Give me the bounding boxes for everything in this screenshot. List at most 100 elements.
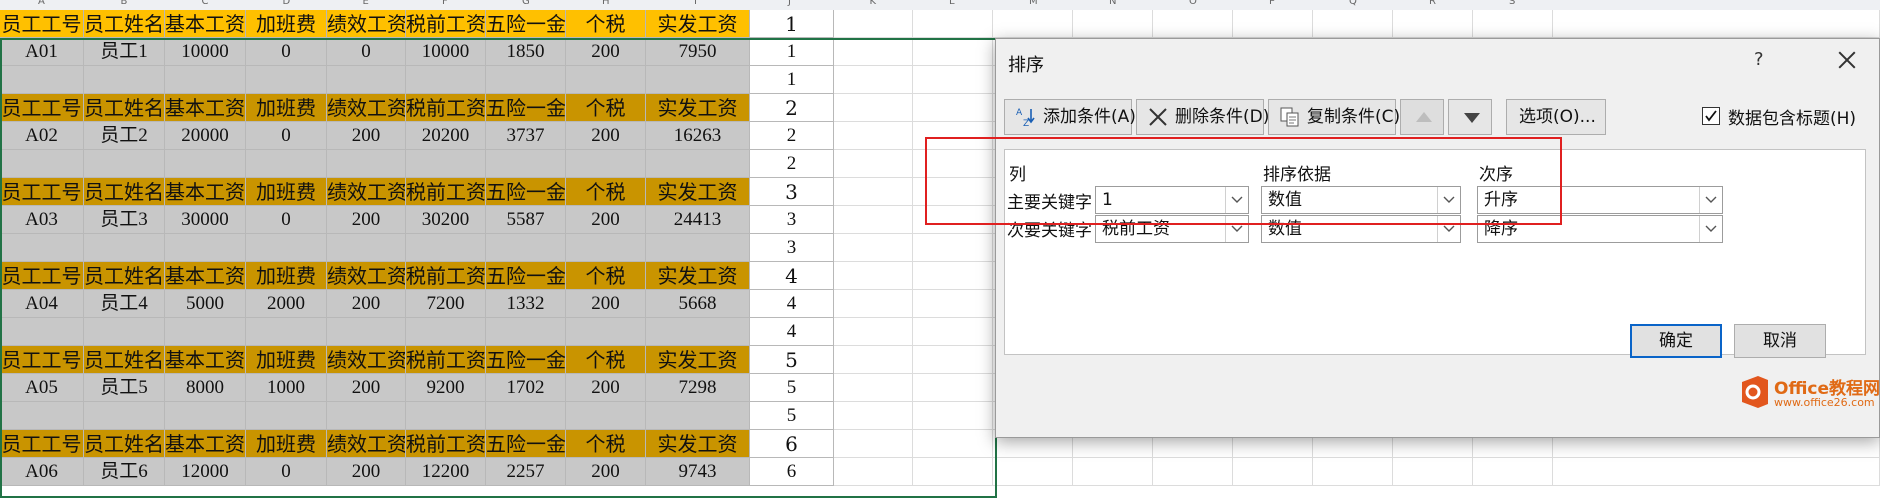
sort-key-cell[interactable]: 6 [750,458,834,486]
column-letter[interactable]: L [949,0,955,7]
empty-cell[interactable] [834,290,913,318]
data-cell[interactable]: 16263 [646,122,750,150]
column-letter[interactable]: P [1269,0,1275,7]
close-icon[interactable] [1832,45,1862,75]
blank-cell[interactable] [84,66,165,94]
empty-cell[interactable] [913,234,993,262]
blank-cell[interactable] [0,402,84,430]
empty-cell[interactable] [1153,458,1233,486]
header-cell[interactable]: 税前工资 [406,94,486,122]
data-cell[interactable]: 1332 [486,290,566,318]
sort-key-cell[interactable]: 5 [750,346,834,374]
data-cell[interactable]: A01 [0,38,84,66]
blank-cell[interactable] [406,234,486,262]
blank-cell[interactable] [0,150,84,178]
column-letter[interactable]: H [602,0,610,7]
header-cell[interactable]: 个税 [566,178,646,206]
empty-cell[interactable] [834,458,913,486]
blank-cell[interactable] [486,318,566,346]
empty-cell[interactable] [913,38,993,66]
data-cell[interactable]: 员工3 [84,206,165,234]
sort-key-cell[interactable]: 5 [750,402,834,430]
data-cell[interactable]: 12200 [406,458,486,486]
data-cell[interactable]: 20200 [406,122,486,150]
empty-cell[interactable] [913,150,993,178]
header-cell[interactable]: 绩效工资 [327,10,406,38]
empty-cell[interactable] [913,206,993,234]
sort-key-cell[interactable]: 3 [750,234,834,262]
header-cell[interactable]: 员工姓名 [84,10,165,38]
sort-key-cell[interactable]: 2 [750,150,834,178]
header-cell[interactable]: 五险一金 [486,178,566,206]
blank-cell[interactable] [246,66,327,94]
data-cell[interactable]: 200 [566,206,646,234]
data-cell[interactable]: 200 [566,458,646,486]
secondary-column-select[interactable]: 税前工资 [1095,215,1249,243]
header-cell[interactable]: 加班费 [246,10,327,38]
column-letter[interactable]: G [522,0,530,7]
blank-cell[interactable] [0,234,84,262]
copy-condition-button[interactable]: 复制条件(C) [1268,99,1400,135]
empty-cell[interactable] [913,402,993,430]
empty-cell[interactable] [913,122,993,150]
primary-order-select[interactable]: 升序 [1477,186,1723,214]
blank-cell[interactable] [327,66,406,94]
blank-cell[interactable] [566,318,646,346]
blank-cell[interactable] [406,150,486,178]
empty-cell[interactable] [834,122,913,150]
cancel-button[interactable]: 取消 [1734,324,1826,358]
data-cell[interactable]: A04 [0,290,84,318]
blank-cell[interactable] [327,234,406,262]
header-cell[interactable]: 实发工资 [646,10,750,38]
data-cell[interactable]: 员工6 [84,458,165,486]
header-cell[interactable]: 员工工号 [0,178,84,206]
header-cell[interactable]: 员工姓名 [84,346,165,374]
column-letter[interactable]: E [363,0,369,7]
data-cell[interactable]: 0 [246,206,327,234]
header-cell[interactable]: 基本工资 [165,430,246,458]
blank-cell[interactable] [165,234,246,262]
sort-key-cell[interactable]: 1 [750,38,834,66]
data-cell[interactable]: 8000 [165,374,246,402]
empty-cell[interactable] [834,66,913,94]
empty-cell[interactable] [1153,10,1233,38]
blank-cell[interactable] [327,318,406,346]
data-cell[interactable]: 1702 [486,374,566,402]
data-cell[interactable]: 200 [566,122,646,150]
column-letter[interactable]: K [870,0,877,7]
column-letter[interactable]: B [121,0,128,7]
data-cell[interactable]: 员工1 [84,38,165,66]
column-letter[interactable]: S [1509,0,1515,7]
header-cell[interactable]: 税前工资 [406,346,486,374]
header-cell[interactable]: 员工工号 [0,430,84,458]
empty-cell[interactable] [1233,458,1313,486]
empty-cell[interactable] [834,94,913,122]
data-cell[interactable]: 7950 [646,38,750,66]
data-cell[interactable]: 200 [566,38,646,66]
blank-cell[interactable] [246,402,327,430]
empty-cell[interactable] [1073,458,1153,486]
blank-cell[interactable] [84,150,165,178]
has-headers-checkbox[interactable] [1702,107,1720,125]
blank-cell[interactable] [84,318,165,346]
blank-cell[interactable] [0,66,84,94]
empty-cell[interactable] [1473,10,1553,38]
data-cell[interactable]: 9743 [646,458,750,486]
sort-key-cell[interactable]: 6 [750,430,834,458]
empty-cell[interactable] [913,430,993,458]
data-cell[interactable]: 10000 [406,38,486,66]
options-button[interactable]: 选项(O)... [1506,99,1606,135]
header-cell[interactable]: 个税 [566,262,646,290]
empty-cell[interactable] [1313,458,1393,486]
blank-cell[interactable] [566,150,646,178]
empty-cell[interactable] [1553,458,1880,486]
empty-cell[interactable] [834,402,913,430]
blank-cell[interactable] [246,318,327,346]
empty-cell[interactable] [834,150,913,178]
blank-cell[interactable] [327,150,406,178]
data-cell[interactable]: A06 [0,458,84,486]
header-cell[interactable]: 加班费 [246,94,327,122]
empty-cell[interactable] [834,178,913,206]
sort-key-cell[interactable]: 4 [750,290,834,318]
data-cell[interactable]: 2257 [486,458,566,486]
